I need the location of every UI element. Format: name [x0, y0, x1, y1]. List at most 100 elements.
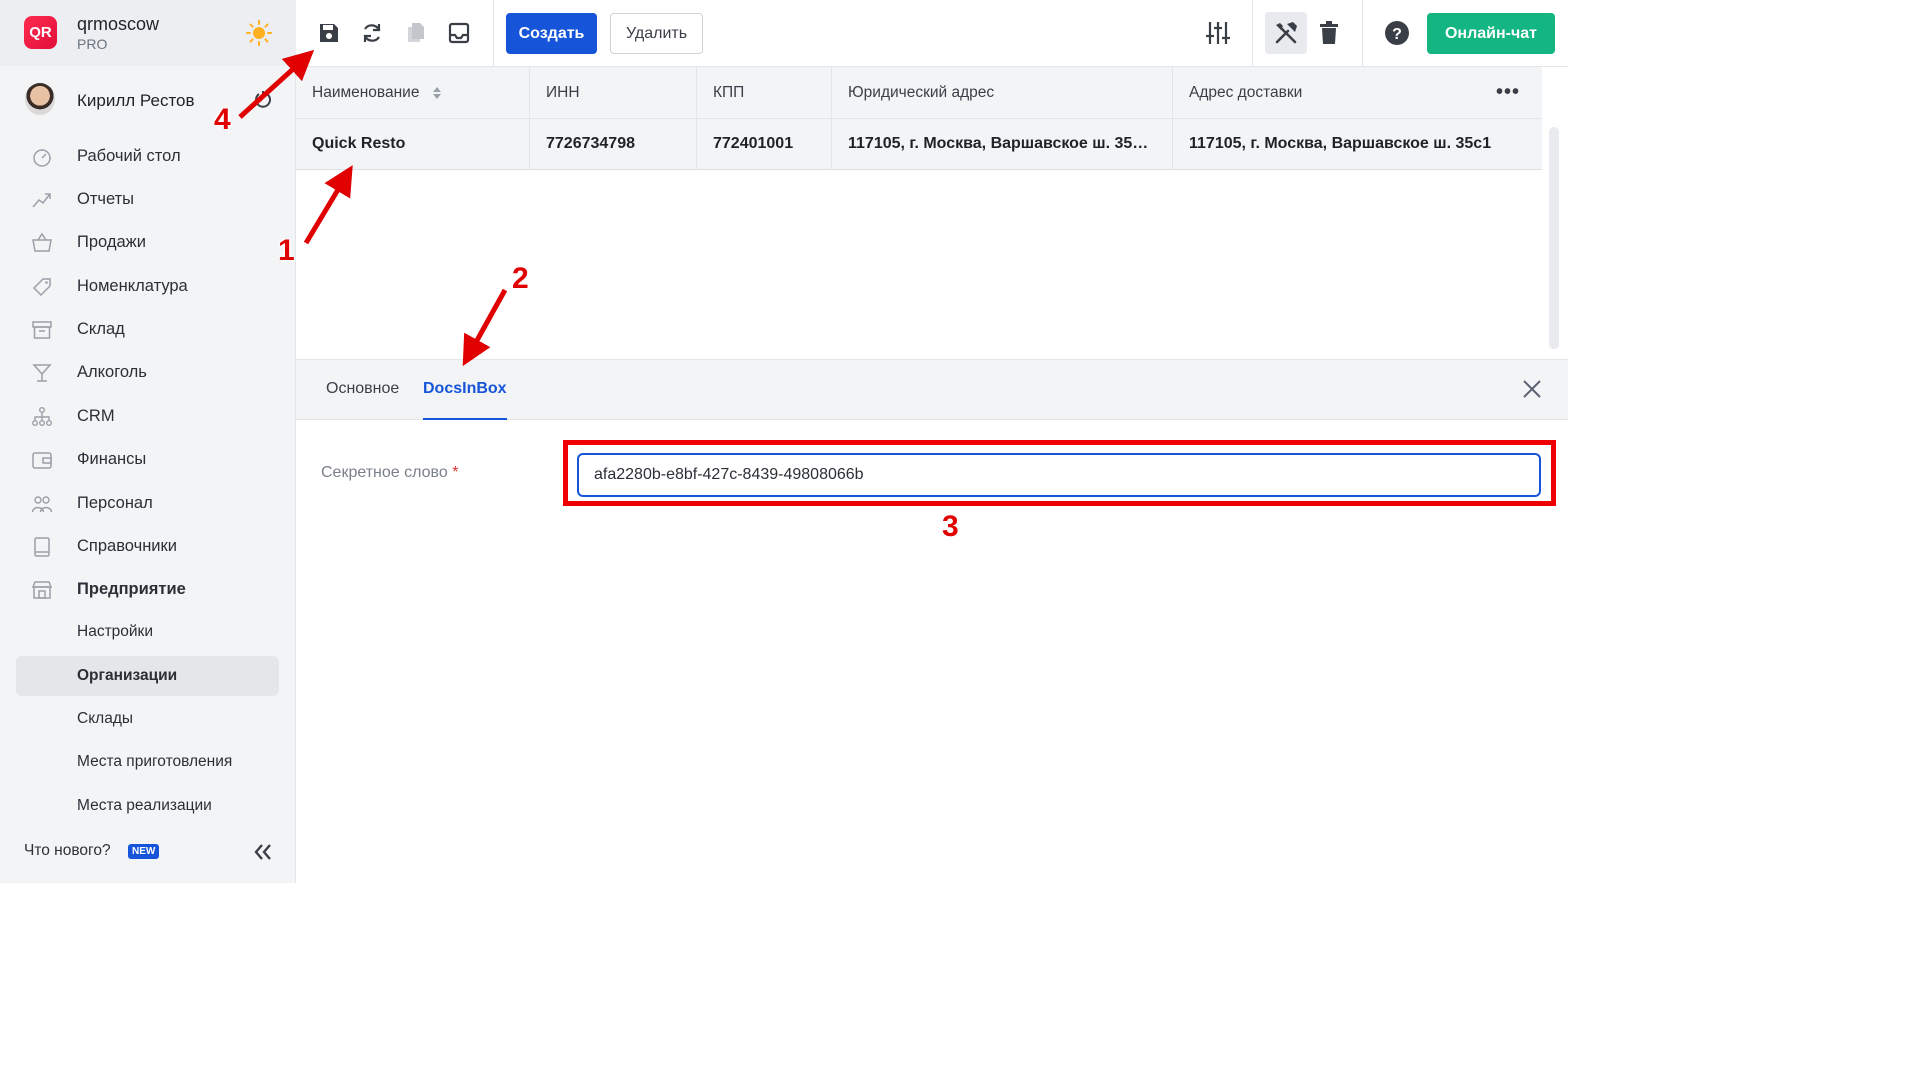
plan-label: PRO: [77, 36, 108, 52]
staff-icon: [31, 496, 53, 513]
column-header-kpp[interactable]: КПП: [697, 67, 832, 119]
sidebar-item-label: Отчеты: [77, 190, 135, 208]
detail-panel: Основное DocsInBox Секретное слово *: [296, 359, 1568, 883]
sidebar-item-label: Персонал: [77, 494, 153, 512]
tools-icon[interactable]: [1272, 19, 1300, 47]
table-cell: 117105, г. Москва, Варшавское ш. 35…: [832, 119, 1173, 170]
annotation-number-2: 2: [512, 262, 529, 295]
copy-icon[interactable]: [402, 19, 430, 47]
power-icon[interactable]: [254, 90, 272, 108]
brand-header[interactable]: QR qrmoscow PRO: [0, 0, 296, 66]
table-row[interactable]: Quick Resto 7726734798 772401001 117105,…: [296, 119, 1542, 170]
trash-icon[interactable]: [1315, 19, 1343, 47]
sidebar-item-nomenclature[interactable]: Номенклатура: [0, 266, 296, 306]
user-profile[interactable]: Кирилл Рестов: [0, 74, 296, 126]
sidebar-subitem-label: Места приготовления: [77, 753, 233, 770]
sidebar-item-label: Номенклатура: [77, 277, 188, 295]
online-chat-button[interactable]: Онлайн-чат: [1427, 13, 1555, 54]
secret-word-label: Секретное слово *: [321, 464, 458, 482]
sidebar-item-label: Продажи: [77, 233, 146, 251]
organizations-table: Наименование ИНН КПП Юридический адрес А…: [296, 67, 1568, 359]
table-cell: 772401001: [697, 119, 832, 170]
column-header-label: Адрес доставки: [1189, 84, 1303, 101]
people-tree-icon: [32, 407, 52, 426]
sidebar-item-sales[interactable]: Продажи: [0, 222, 296, 262]
sidebar-item-alcohol[interactable]: Алкоголь: [0, 352, 296, 392]
sidebar-item-label: Алкоголь: [77, 363, 147, 381]
toolbar: Создать Удалить ? Онлайн-чат: [296, 0, 1568, 67]
annotation-number-3: 3: [942, 510, 959, 543]
sidebar: QR qrmoscow PRO Кирилл Рестов Рабочий ст…: [0, 0, 296, 883]
annotation-number-1: 1: [278, 234, 295, 267]
column-settings-icon[interactable]: [1204, 19, 1232, 47]
sidebar-item-label: Склад: [77, 320, 125, 338]
help-icon[interactable]: ?: [1383, 19, 1411, 47]
sidebar-item-reports[interactable]: Отчеты: [0, 179, 296, 219]
annotation-number-4: 4: [214, 103, 231, 136]
sidebar-subitem-label: Организации: [77, 667, 178, 684]
table-scrollbar[interactable]: [1549, 127, 1559, 349]
column-header-label: Наименование: [312, 84, 420, 101]
sidebar-subitem-warehouses[interactable]: Склады: [16, 699, 279, 739]
required-mark: *: [452, 464, 459, 481]
sidebar-subitem-sales-places[interactable]: Места реализации: [16, 786, 279, 826]
tag-icon: [32, 278, 51, 297]
sidebar-subitem-organizations[interactable]: Организации: [16, 656, 279, 696]
table-cell: 117105, г. Москва, Варшавское ш. 35с1: [1189, 135, 1492, 152]
collapse-sidebar-icon[interactable]: [253, 842, 273, 862]
archive-icon: [32, 321, 52, 339]
store-icon: [31, 581, 53, 599]
more-options-icon[interactable]: •••: [1496, 81, 1520, 104]
annotation-highlight-box: [563, 440, 1556, 506]
sidebar-item-staff[interactable]: Персонал: [0, 483, 296, 523]
refresh-icon[interactable]: [358, 19, 386, 47]
detail-tabs: Основное DocsInBox: [296, 360, 1568, 420]
tab-general[interactable]: Основное: [326, 380, 399, 420]
table-cell: 7726734798: [530, 119, 697, 170]
inbox-icon[interactable]: [445, 19, 473, 47]
app-logo: QR: [24, 16, 57, 49]
sidebar-item-label: Рабочий стол: [77, 147, 181, 165]
save-icon[interactable]: [315, 19, 343, 47]
sidebar-item-enterprise[interactable]: Предприятие: [0, 569, 296, 609]
sidebar-item-label: Справочники: [77, 537, 177, 555]
sidebar-item-label: Предприятие: [77, 580, 186, 598]
sun-icon[interactable]: [245, 19, 273, 47]
table-cell: Quick Resto: [296, 119, 530, 170]
basket-icon: [32, 232, 52, 252]
sidebar-item-crm[interactable]: CRM: [0, 396, 296, 436]
sidebar-subitem-cooking-places[interactable]: Места приготовления: [16, 742, 279, 782]
sidebar-subitem-label: Настройки: [77, 623, 154, 640]
column-header-label: Юридический адрес: [848, 84, 995, 101]
sidebar-item-dashboard[interactable]: Рабочий стол: [0, 136, 296, 176]
sidebar-item-finance[interactable]: Финансы: [0, 439, 296, 479]
tab-docsinbox[interactable]: DocsInBox: [423, 380, 507, 420]
delete-button[interactable]: Удалить: [610, 13, 703, 54]
app-window: QR qrmoscow PRO Кирилл Рестов Рабочий ст…: [0, 0, 1568, 883]
avatar: [25, 83, 55, 115]
user-name: Кирилл Рестов: [77, 91, 195, 110]
field-label-text: Секретное слово: [321, 464, 448, 481]
column-header-delivery-address[interactable]: Адрес доставки: [1173, 67, 1542, 119]
sidebar-item-warehouse[interactable]: Склад: [0, 309, 296, 349]
column-header-label: КПП: [713, 84, 745, 101]
create-button[interactable]: Создать: [506, 13, 597, 54]
sidebar-item-references[interactable]: Справочники: [0, 526, 296, 566]
column-header-legal-address[interactable]: Юридический адрес: [832, 67, 1173, 119]
sidebar-subitem-settings[interactable]: Настройки: [16, 612, 279, 652]
table-header: Наименование ИНН КПП Юридический адрес А…: [296, 67, 1542, 119]
glass-icon: [32, 364, 52, 382]
whats-new-link[interactable]: Что нового?: [24, 842, 111, 860]
svg-text:?: ?: [1392, 26, 1402, 43]
sidebar-item-label: CRM: [77, 407, 115, 425]
column-header-name[interactable]: Наименование: [296, 67, 530, 119]
toolbar-divider: [493, 0, 494, 67]
column-header-inn[interactable]: ИНН: [530, 67, 697, 119]
sidebar-subitem-label: Места реализации: [77, 797, 212, 814]
book-icon: [34, 537, 50, 557]
toolbar-divider: [1362, 0, 1363, 67]
sort-icon[interactable]: [432, 86, 442, 100]
close-icon[interactable]: [1521, 378, 1543, 400]
chart-icon: [32, 193, 51, 208]
dashboard-icon: [33, 149, 51, 167]
